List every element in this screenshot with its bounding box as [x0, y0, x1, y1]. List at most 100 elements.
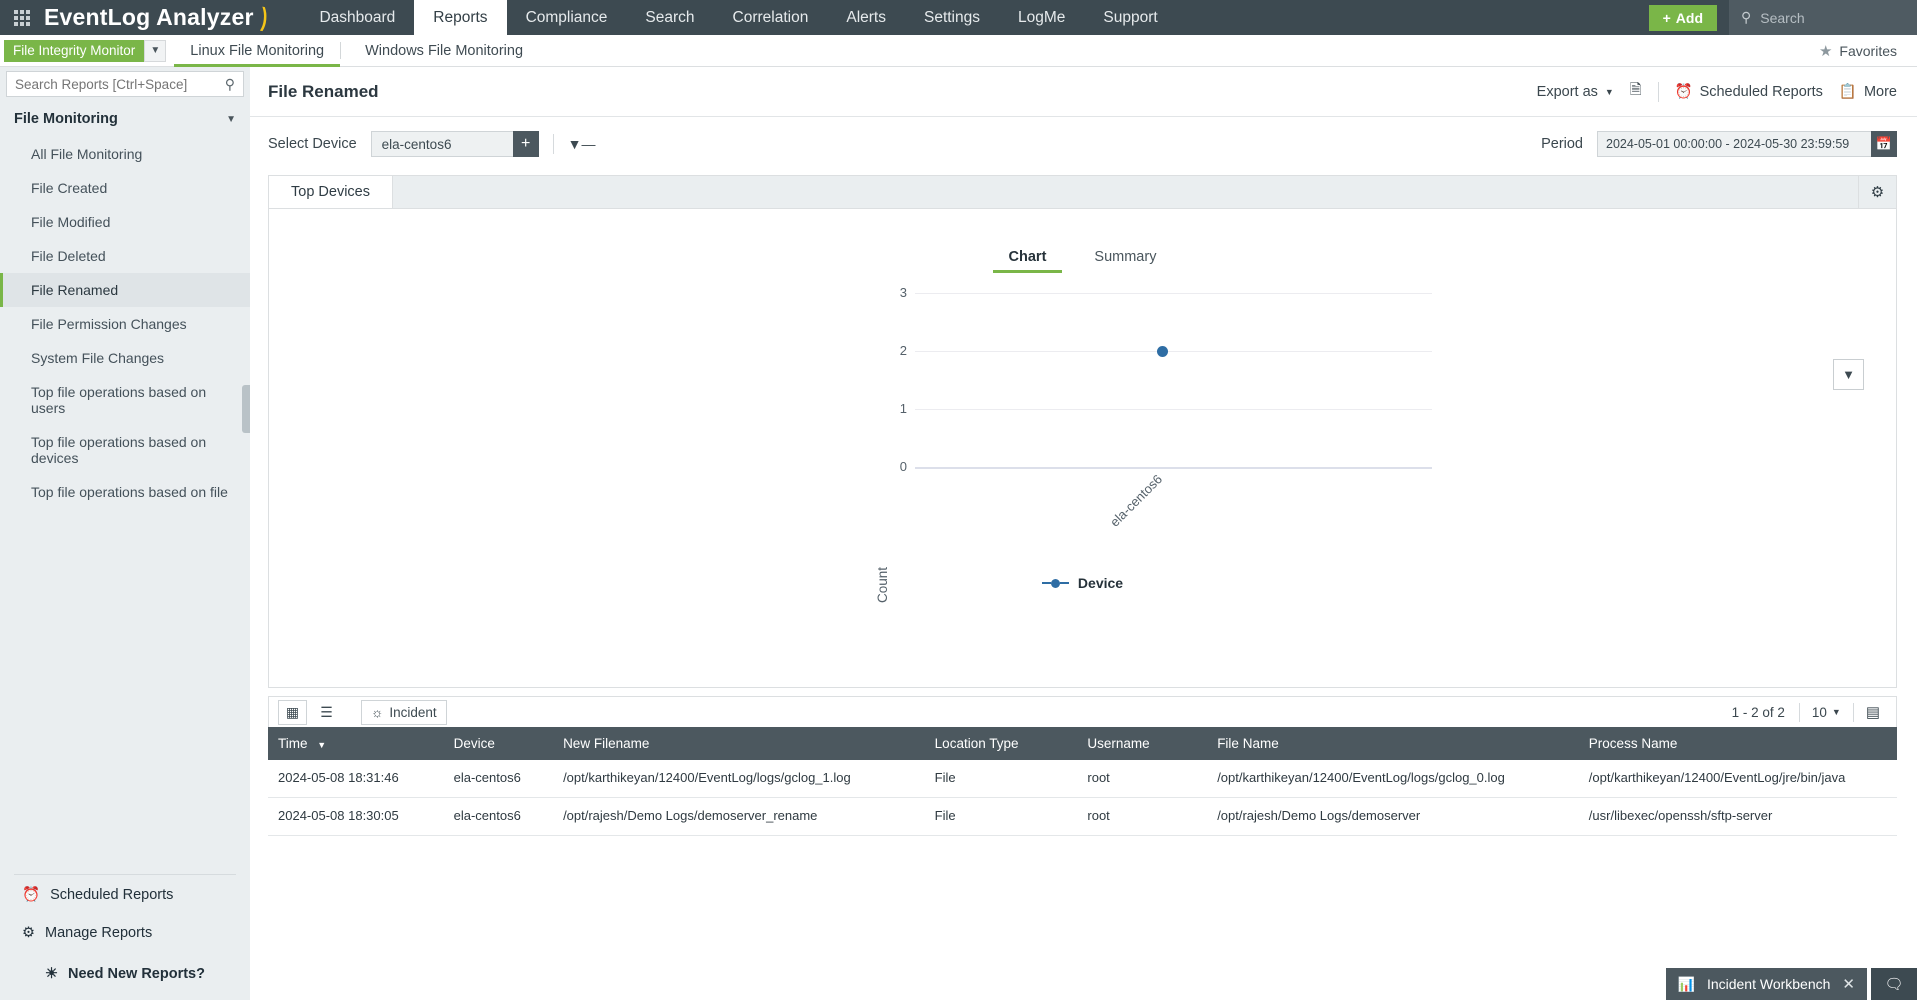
nav-item-correlation[interactable]: Correlation [714, 0, 828, 35]
table-row[interactable]: 2024-05-08 18:30:05 ela-centos6 /opt/raj… [268, 797, 1897, 836]
data-point-ela-centos6[interactable] [1157, 346, 1168, 357]
app-logo[interactable]: EventLog Analyzer ) [44, 0, 278, 35]
period-value[interactable]: 2024-05-01 00:00:00 - 2024-05-30 23:59:5… [1597, 131, 1871, 157]
gear-icon[interactable]: ⚙ [1858, 176, 1896, 208]
nav-item-compliance[interactable]: Compliance [507, 0, 627, 35]
device-selector: ela-centos6 + [370, 131, 539, 157]
sidebar-item-all-file-monitoring[interactable]: All File Monitoring [0, 137, 250, 171]
need-new-reports-button[interactable]: ☀ Need New Reports? [0, 952, 250, 1000]
gridline [915, 409, 1432, 410]
chat-icon[interactable]: 🗨 [1871, 968, 1917, 1000]
need-new-reports-label: Need New Reports? [68, 966, 205, 982]
nav-item-settings[interactable]: Settings [905, 0, 999, 35]
sidebar-group-file-monitoring[interactable]: File Monitoring ▼ [0, 101, 250, 137]
subtab-linux-file-monitoring[interactable]: Linux File Monitoring [174, 35, 340, 67]
tab-summary[interactable]: Summary [1070, 249, 1180, 273]
nav-item-search[interactable]: Search [626, 0, 713, 35]
table-header-row: Time ▼ Device New Filename Location Type… [268, 727, 1897, 760]
nav-item-logme[interactable]: LogMe [999, 0, 1084, 35]
column-header-username[interactable]: Username [1077, 727, 1208, 760]
sidebar-item-file-deleted[interactable]: File Deleted [0, 239, 250, 273]
search-reports-field[interactable] [15, 76, 225, 92]
nav-item-reports[interactable]: Reports [414, 0, 507, 35]
column-header-location-type[interactable]: Location Type [924, 727, 1078, 760]
gridline [915, 351, 1432, 352]
top-navigation-bar: EventLog Analyzer ) Dashboard Reports Co… [0, 0, 1917, 35]
search-icon[interactable]: ⚲ [225, 76, 235, 93]
scheduled-reports-button[interactable]: ⏰ Scheduled Reports [1675, 83, 1823, 101]
report-header-tools: Export as ▼ 🗎 ⏰ Scheduled Reports 📋 More [1537, 79, 1897, 104]
chart-legend: Device [269, 575, 1896, 591]
sidebar-item-top-file-operations-file[interactable]: Top file operations based on file [0, 475, 250, 509]
sidebar-item-file-modified[interactable]: File Modified [0, 205, 250, 239]
subtab-windows-file-monitoring[interactable]: Windows File Monitoring [349, 35, 539, 66]
column-header-time[interactable]: Time ▼ [268, 727, 444, 760]
cell-location-type: File [924, 797, 1078, 836]
star-icon: ★ [1818, 42, 1833, 60]
gridline-zero [915, 467, 1432, 469]
device-value[interactable]: ela-centos6 [370, 131, 513, 157]
module-sub-navigation: File Integrity Monitor ▼ Linux File Moni… [0, 35, 1917, 67]
page-body: ⚲ File Monitoring ▼ All File Monitoring … [0, 67, 1917, 1000]
apps-grid-icon[interactable] [0, 0, 44, 35]
chevron-down-icon[interactable]: ▼ [1833, 359, 1864, 390]
column-header-file-name[interactable]: File Name [1207, 727, 1579, 760]
cell-file-name: /opt/rajesh/Demo Logs/demoserver [1207, 797, 1579, 836]
tab-chart[interactable]: Chart [985, 249, 1071, 273]
top-nav-items: Dashboard Reports Compliance Search Corr… [300, 0, 1176, 35]
search-reports-input[interactable]: ⚲ [6, 71, 244, 97]
incident-button[interactable]: ☼ Incident [361, 699, 447, 725]
close-icon[interactable]: ✕ [1842, 975, 1855, 993]
nav-item-dashboard[interactable]: Dashboard [300, 0, 414, 35]
add-device-button[interactable]: + [512, 131, 539, 157]
y-tick-1: 1 [899, 401, 907, 416]
add-button[interactable]: + Add [1648, 4, 1717, 31]
page-size-value: 10 [1811, 704, 1827, 720]
cell-file-name: /opt/karthikeyan/12400/EventLog/logs/gcl… [1207, 760, 1579, 798]
table-view-icon[interactable]: ▦ [278, 699, 307, 725]
sidebar-manage-reports-label: Manage Reports [45, 925, 153, 941]
nav-item-support[interactable]: Support [1084, 0, 1176, 35]
chevron-down-icon: ▼ [226, 113, 236, 125]
sidebar-item-top-file-operations-devices[interactable]: Top file operations based on devices [0, 425, 250, 475]
sidebar-item-file-renamed[interactable]: File Renamed [0, 273, 250, 307]
sidebar-item-top-file-operations-users[interactable]: Top file operations based on users [0, 375, 250, 425]
table-row[interactable]: 2024-05-08 18:31:46 ela-centos6 /opt/kar… [268, 760, 1897, 798]
plus-icon: + [1662, 9, 1671, 26]
more-icon: 📋 [1838, 84, 1857, 100]
incident-workbench-bar[interactable]: 📊 Incident Workbench ✕ [1665, 968, 1867, 1000]
select-device-label: Select Device [268, 136, 357, 152]
sidebar-item-file-created[interactable]: File Created [0, 171, 250, 205]
chart-view-tabs: Chart Summary [269, 209, 1896, 273]
sidebar-scheduled-reports[interactable]: ⏰ Scheduled Reports [0, 875, 250, 914]
legend-marker-device [1041, 578, 1069, 588]
module-selector-chip[interactable]: File Integrity Monitor [4, 39, 145, 62]
export-doc-button[interactable]: 🗎 [1630, 79, 1642, 104]
sidebar-item-system-file-changes[interactable]: System File Changes [0, 341, 250, 375]
column-header-device[interactable]: Device [443, 727, 554, 760]
filter-icon[interactable]: ▼— [568, 136, 596, 152]
divider [552, 134, 554, 154]
sidebar-manage-reports[interactable]: ⚙ Manage Reports [0, 914, 250, 952]
chart-canvas: Count 3 2 1 0 ela-centos6 Device ▼ [269, 273, 1896, 603]
chevron-down-icon[interactable]: ▼ [144, 39, 167, 62]
more-button[interactable]: 📋 More [1838, 83, 1897, 101]
column-header-process-name[interactable]: Process Name [1578, 727, 1897, 760]
cell-device: ela-centos6 [443, 760, 554, 798]
chart-panel: Top Devices ⚙ Chart Summary Count 3 2 1 … [268, 175, 1897, 688]
calendar-icon[interactable]: 📅 [1871, 131, 1897, 157]
export-doc-icon: 🗎 [1629, 82, 1642, 98]
column-header-new-filename[interactable]: New Filename [553, 727, 925, 760]
nav-item-alerts[interactable]: Alerts [827, 0, 905, 35]
favorites-button[interactable]: ★ Favorites [1819, 35, 1917, 66]
panel-tab-top-devices[interactable]: Top Devices [269, 176, 393, 208]
column-config-icon[interactable]: ▤ [1854, 703, 1890, 721]
gear-icon: ⚙ [22, 925, 35, 941]
list-view-icon[interactable]: ☰ [312, 699, 341, 725]
scheduled-reports-label: Scheduled Reports [1699, 83, 1823, 100]
page-size-selector[interactable]: 10 ▼ [1800, 705, 1853, 720]
results-table-section: ▦ ☰ ☼ Incident 1 - 2 of 2 10 ▼ ▤ Time ▼ … [268, 696, 1897, 836]
export-as-button[interactable]: Export as ▼ [1537, 84, 1614, 100]
sidebar-item-file-permission-changes[interactable]: File Permission Changes [0, 307, 250, 341]
global-search-input[interactable]: ⚲ Search [1729, 0, 1917, 35]
